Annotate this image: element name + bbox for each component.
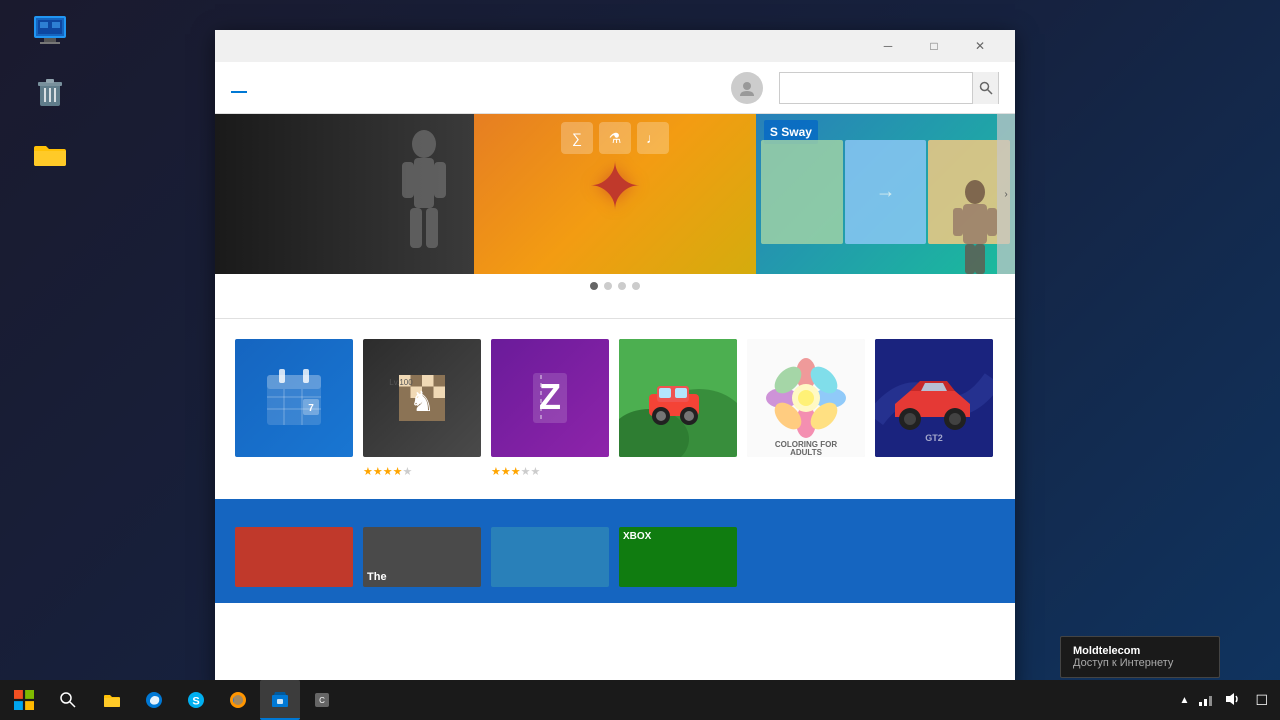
taskbar-app6[interactable]: C bbox=[302, 680, 342, 720]
computer-icon bbox=[30, 10, 70, 50]
slide-dots bbox=[215, 274, 1015, 298]
desktop-icon-recycle-bin[interactable] bbox=[10, 72, 90, 116]
app-card-hill[interactable] bbox=[619, 339, 737, 479]
app-grid: 7 bbox=[215, 339, 1015, 495]
taskbar-notification: Moldtelecom Доступ к Интернету bbox=[1060, 636, 1220, 678]
svg-text:ADULTS: ADULTS bbox=[790, 448, 823, 457]
section-tabs bbox=[215, 298, 1015, 319]
start-button[interactable] bbox=[0, 680, 48, 720]
window-controls: ─ □ ✕ bbox=[865, 30, 1003, 62]
tab-top-games[interactable] bbox=[587, 304, 595, 308]
slide-dot-1[interactable] bbox=[590, 282, 598, 290]
desktop-icon-new-folder[interactable] bbox=[10, 134, 90, 178]
app-card-calendar[interactable]: 7 bbox=[235, 339, 353, 479]
slide-dot-4[interactable] bbox=[632, 282, 640, 290]
tray-expand[interactable]: ▲ bbox=[1178, 695, 1192, 706]
svg-text:C: C bbox=[319, 696, 325, 705]
app-icon-hill bbox=[619, 339, 737, 457]
taskbar-file-explorer[interactable] bbox=[92, 680, 132, 720]
notification-network-name: Moldtelecom bbox=[1073, 645, 1207, 657]
app-icon-calendar: 7 bbox=[235, 339, 353, 457]
app-stars-chess: ★★★★★ bbox=[363, 465, 481, 478]
hero-banner: ∑ ⚗ ♩ ✦ S Sway bbox=[215, 114, 1015, 274]
gs-app-3[interactable] bbox=[491, 527, 609, 587]
search-box bbox=[779, 72, 999, 104]
picks-section-header bbox=[215, 319, 1015, 339]
hero-slide-wolfram[interactable]: ∑ ⚗ ♩ ✦ bbox=[474, 114, 756, 274]
tab-top-apps[interactable] bbox=[539, 304, 547, 308]
maximize-button[interactable]: □ bbox=[911, 30, 957, 62]
nav-home[interactable] bbox=[231, 83, 247, 93]
title-bar: ─ □ ✕ bbox=[215, 30, 1015, 62]
app-stars-zip: ★★★★★ bbox=[491, 465, 609, 478]
nav-bar bbox=[215, 62, 1015, 114]
hero-slide-sway[interactable]: S Sway → bbox=[756, 114, 1015, 274]
getting-started-section: The XBOX bbox=[215, 499, 1015, 603]
svg-text:7: 7 bbox=[308, 403, 314, 414]
notification-network-status: Доступ к Интернету bbox=[1073, 657, 1207, 669]
trash-icon bbox=[30, 72, 70, 112]
app-card-zip[interactable]: Z ★★★★★ bbox=[491, 339, 609, 479]
app-card-zen[interactable]: COLORING FOR ADULTS bbox=[747, 339, 865, 479]
slide-dot-3[interactable] bbox=[618, 282, 626, 290]
taskbar-firefox[interactable] bbox=[218, 680, 258, 720]
content-area[interactable]: ∑ ⚗ ♩ ✦ S Sway bbox=[215, 114, 1015, 690]
gs-app-xbox[interactable]: XBOX bbox=[619, 527, 737, 587]
svg-text:GT2: GT2 bbox=[925, 433, 943, 443]
store-window: ─ □ ✕ bbox=[215, 30, 1015, 690]
app-icon-chess: ♞ Lv.100 bbox=[363, 339, 481, 457]
desktop-icon-my-computer[interactable] bbox=[10, 10, 90, 54]
taskbar-tray: ▲ ☐ bbox=[1170, 691, 1280, 710]
tray-volume[interactable] bbox=[1221, 691, 1243, 710]
tray-notifications[interactable]: ☐ bbox=[1251, 692, 1272, 709]
svg-text:♞: ♞ bbox=[409, 386, 434, 417]
taskbar: S C ▲ bbox=[0, 680, 1280, 720]
svg-text:Z: Z bbox=[539, 376, 561, 417]
user-avatar[interactable] bbox=[731, 72, 763, 104]
tray-network[interactable] bbox=[1195, 691, 1217, 710]
svg-text:S: S bbox=[192, 696, 199, 708]
taskbar-skype[interactable]: S bbox=[176, 680, 216, 720]
search-input[interactable] bbox=[780, 73, 972, 103]
close-button[interactable]: ✕ bbox=[957, 30, 1003, 62]
taskbar-search-button[interactable] bbox=[48, 680, 88, 720]
nav-games[interactable] bbox=[279, 84, 295, 92]
app-icon-zen: COLORING FOR ADULTS bbox=[747, 339, 865, 457]
gs-app-2[interactable]: The bbox=[363, 527, 481, 587]
app-icon-zip: Z bbox=[491, 339, 609, 457]
search-button[interactable] bbox=[972, 72, 998, 104]
hero-scroll-right[interactable]: › bbox=[997, 114, 1015, 274]
slide-dot-2[interactable] bbox=[604, 282, 612, 290]
taskbar-edge[interactable] bbox=[134, 680, 174, 720]
desktop-icons-container bbox=[0, 0, 100, 206]
svg-text:Lv.100: Lv.100 bbox=[389, 378, 413, 387]
folder-icon bbox=[30, 134, 70, 174]
hero-slide-adidas[interactable] bbox=[215, 114, 474, 274]
getting-started-apps: The XBOX bbox=[235, 527, 995, 587]
taskbar-apps: S C bbox=[88, 680, 1170, 720]
app-icon-gt: GT2 bbox=[875, 339, 993, 457]
tab-featured[interactable] bbox=[635, 304, 643, 308]
app-card-chess[interactable]: ♞ Lv.100 ★★★★★ bbox=[363, 339, 481, 479]
taskbar-store[interactable] bbox=[260, 680, 300, 720]
gs-app-1[interactable] bbox=[235, 527, 353, 587]
nav-apps[interactable] bbox=[255, 84, 271, 92]
minimize-button[interactable]: ─ bbox=[865, 30, 911, 62]
tab-collections[interactable] bbox=[683, 304, 691, 308]
app-card-gt[interactable]: GT2 bbox=[875, 339, 993, 479]
